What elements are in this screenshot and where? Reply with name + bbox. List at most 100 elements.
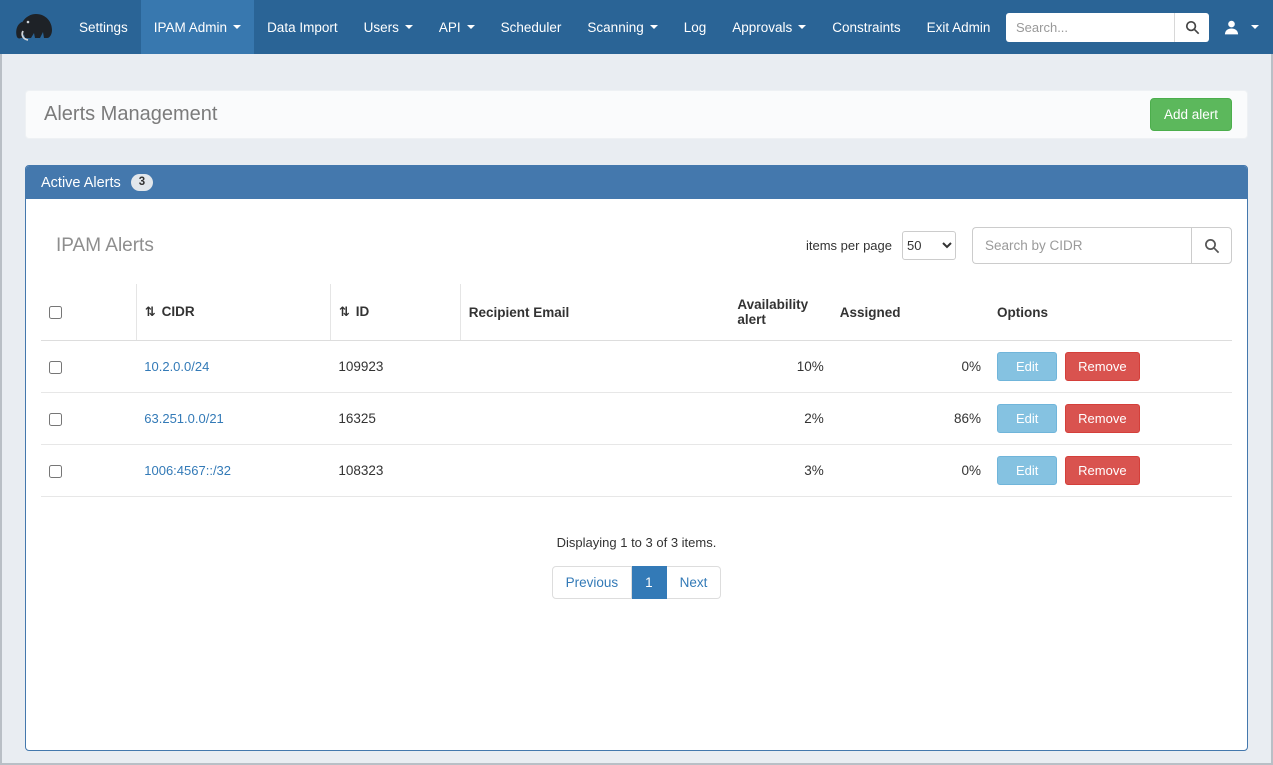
nav-item-api[interactable]: API [426,0,488,54]
add-alert-button[interactable]: Add alert [1150,98,1232,131]
column-header-availability-alert: Availability alert [729,284,831,341]
column-header-cidr[interactable]: ⇅ CIDR [136,284,330,341]
navbar-search-input[interactable] [1006,13,1174,42]
search-icon [1204,238,1220,254]
row-id: 109923 [330,341,460,393]
column-header-select [41,284,136,341]
column-label: ID [356,304,370,319]
row-assigned: 0% [832,341,989,393]
caret-down-icon [798,25,806,29]
table-row: 10.2.0.0/24 109923 10% 0% Edit Remove [41,341,1232,393]
alerts-table: ⇅CIDR ⇅ID Recipient Email Availability a… [41,284,1232,497]
row-availability-alert: 3% [729,445,831,497]
panel-body: IPAM Alerts items per page 50 [26,199,1247,750]
nav-item-label: Scanning [587,20,643,35]
mammoth-logo[interactable] [8,4,58,50]
nav-item-scheduler[interactable]: Scheduler [488,0,575,54]
select-all-checkbox[interactable] [49,306,62,319]
caret-down-icon [1251,25,1259,29]
navbar-search [1006,13,1209,42]
remove-button[interactable]: Remove [1065,404,1139,433]
edit-button[interactable]: Edit [997,456,1057,485]
row-checkbox[interactable] [49,465,62,478]
nav-item-exit-admin[interactable]: Exit Admin [914,0,1004,54]
top-navbar: Settings IPAM Admin Data Import Users AP… [0,0,1273,54]
nav-item-scanning[interactable]: Scanning [574,0,670,54]
row-id: 108323 [330,445,460,497]
table-row: 1006:4567::/32 108323 3% 0% Edit Remove [41,445,1232,497]
user-icon [1223,19,1240,36]
nav-item-constraints[interactable]: Constraints [819,0,913,54]
cidr-search-button[interactable] [1191,227,1232,264]
row-recipient-email [460,393,729,445]
cidr-search [972,227,1232,264]
items-per-page-label: items per page [806,238,892,253]
remove-button[interactable]: Remove [1065,456,1139,485]
search-icon [1185,20,1200,35]
pagination: Previous 1 Next [41,566,1232,599]
row-checkbox[interactable] [49,413,62,426]
nav-item-label: API [439,20,461,35]
alert-count-badge: 3 [131,174,153,192]
nav-item-approvals[interactable]: Approvals [719,0,819,54]
nav-item-label: IPAM Admin [154,20,227,35]
pagination-next-button[interactable]: Next [667,566,722,599]
mammoth-logo-icon [11,7,55,47]
table-header-row: ⇅CIDR ⇅ID Recipient Email Availability a… [41,284,1232,341]
cidr-link[interactable]: 1006:4567::/32 [144,463,231,478]
nav-item-label: Users [364,20,399,35]
table-title: IPAM Alerts [56,235,154,257]
table-row: 63.251.0.0/21 16325 2% 86% Edit Remove [41,393,1232,445]
table-summary: Displaying 1 to 3 of 3 items. [41,535,1232,550]
page-header: Alerts Management Add alert [25,90,1248,139]
cidr-link[interactable]: 63.251.0.0/21 [144,411,224,426]
caret-down-icon [650,25,658,29]
edit-button[interactable]: Edit [997,352,1057,381]
nav-item-label: Scheduler [501,20,562,35]
nav-item-label: Constraints [832,20,900,35]
nav-item-label: Settings [79,20,128,35]
row-assigned: 86% [832,393,989,445]
column-header-id[interactable]: ⇅ ID [330,284,460,341]
main-container: Alerts Management Add alert Active Alert… [25,90,1248,751]
row-checkbox[interactable] [49,361,62,374]
remove-button[interactable]: Remove [1065,352,1139,381]
column-label: CIDR [162,304,195,319]
caret-down-icon [233,25,241,29]
sort-icon[interactable]: ⇅ [145,305,156,320]
navbar-right [1006,0,1259,54]
nav-item-settings[interactable]: Settings [66,0,141,54]
active-alerts-panel: Active Alerts 3 IPAM Alerts items per pa… [25,165,1248,751]
toolbar-right: items per page 50 [806,227,1232,264]
sort-icon[interactable]: ⇅ [339,305,350,320]
pagination-previous-button[interactable]: Previous [552,566,633,599]
nav-item-data-import[interactable]: Data Import [254,0,351,54]
nav-item-users[interactable]: Users [351,0,426,54]
edit-button[interactable]: Edit [997,404,1057,433]
column-header-options: Options [989,284,1232,341]
row-availability-alert: 10% [729,341,831,393]
navbar-search-button[interactable] [1174,13,1209,42]
pagination-page-1-button[interactable]: 1 [632,566,667,599]
nav-item-label: Log [684,20,707,35]
nav-item-ipam-admin[interactable]: IPAM Admin [141,0,254,54]
navbar-menu: Settings IPAM Admin Data Import Users AP… [66,0,1003,54]
items-per-page-select[interactable]: 50 [902,231,956,260]
column-header-assigned: Assigned [832,284,989,341]
page-title: Alerts Management [44,103,217,126]
nav-item-label: Data Import [267,20,338,35]
row-availability-alert: 2% [729,393,831,445]
nav-item-label: Exit Admin [927,20,991,35]
row-assigned: 0% [832,445,989,497]
row-recipient-email [460,341,729,393]
nav-item-log[interactable]: Log [671,0,720,54]
panel-heading: Active Alerts 3 [26,166,1247,199]
cidr-link[interactable]: 10.2.0.0/24 [144,359,209,374]
cidr-search-input[interactable] [972,227,1191,264]
caret-down-icon [467,25,475,29]
nav-item-label: Approvals [732,20,792,35]
caret-down-icon [405,25,413,29]
table-toolbar: IPAM Alerts items per page 50 [41,199,1232,284]
row-id: 16325 [330,393,460,445]
user-menu[interactable] [1223,15,1259,40]
